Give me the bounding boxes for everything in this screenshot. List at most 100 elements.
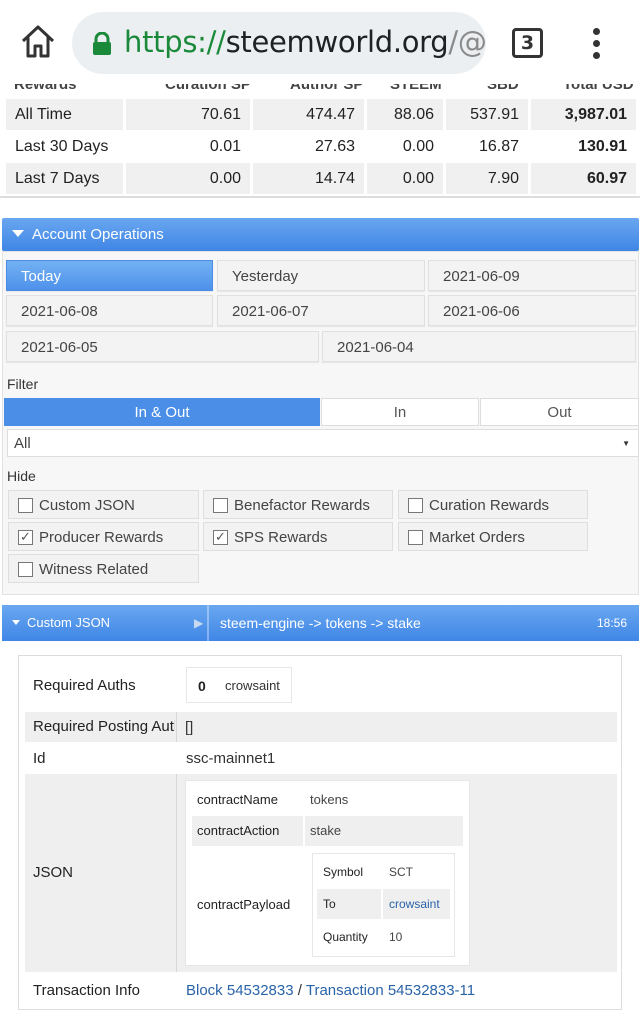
author-sp-cell: 27.63 <box>253 131 364 162</box>
checkbox-label: Witness Related <box>39 561 149 578</box>
contract-payload-label: contractPayload <box>197 897 291 912</box>
table-row: Last 30 Days 0.01 27.63 0.00 16.87 130.9… <box>6 131 636 162</box>
date-button-2021-06-09[interactable]: 2021-06-09 <box>428 260 636 291</box>
date-button-2021-06-04[interactable]: 2021-06-04 <box>322 331 636 362</box>
header-curation-sp: Curation SP <box>165 84 251 93</box>
operation-details-card: Required Auths 0 crowsaint Required Post… <box>18 655 622 1010</box>
block-link[interactable]: Block 54532833 <box>186 982 294 999</box>
symbol-label: Symbol <box>323 865 364 879</box>
hide-producer-rewards-checkbox[interactable]: ✓ Producer Rewards <box>8 522 199 551</box>
lock-icon <box>92 31 112 56</box>
row-label: All Time <box>6 99 123 130</box>
required-auths-index: 0 <box>198 678 206 694</box>
curation-sp-cell: 70.61 <box>126 99 250 130</box>
account-operations-header[interactable]: Account Operations <box>2 218 639 251</box>
quantity-value: 10 <box>389 930 403 944</box>
operation-time: 18:56 <box>596 616 627 630</box>
divider <box>176 774 177 972</box>
filter-tab-out[interactable]: Out <box>480 398 639 426</box>
divider <box>381 889 383 919</box>
checkbox-icon <box>18 498 33 513</box>
tab-switcher-button[interactable]: 3 <box>512 28 543 58</box>
hide-custom-json-checkbox[interactable]: Custom JSON <box>8 490 199 519</box>
browser-toolbar: https://steemworld.org/@crows 3 <box>0 0 640 84</box>
filter-select-wrap: All ▼ <box>3 429 639 457</box>
play-icon: ▶ <box>194 616 204 630</box>
steem-cell: 0.00 <box>367 163 443 194</box>
transaction-info-label: Transaction Info <box>33 982 140 999</box>
hide-market-orders-checkbox[interactable]: Market Orders <box>398 522 588 551</box>
header-steem: STEEM <box>390 84 442 93</box>
checkbox-label: Benefactor Rewards <box>234 497 370 514</box>
sbd-cell: 537.91 <box>446 99 528 130</box>
total-usd-cell: 130.91 <box>531 131 636 162</box>
to-row: To crowsaint <box>317 889 450 919</box>
table-row: Last 7 Days 0.00 14.74 0.00 7.90 60.97 <box>6 163 636 194</box>
header-rewards: Rewards <box>14 84 77 93</box>
checkbox-label: Market Orders <box>429 529 525 546</box>
steem-cell: 0.00 <box>367 131 443 162</box>
separator: / <box>297 982 302 999</box>
hide-witness-related-checkbox[interactable]: Witness Related <box>8 554 199 583</box>
date-button-yesterday[interactable]: Yesterday <box>217 260 425 291</box>
required-posting-value: [] <box>185 719 194 736</box>
date-button-2021-06-05[interactable]: 2021-06-05 <box>6 331 319 362</box>
transaction-info-row: Transaction Info Block 54532833 / Transa… <box>25 974 617 1006</box>
contract-name-label: contractName <box>197 792 278 807</box>
to-account-link[interactable]: crowsaint <box>389 897 440 911</box>
total-usd-cell: 3,987.01 <box>531 99 636 130</box>
filter-tab-in[interactable]: In <box>321 398 479 426</box>
operation-summary: steem-engine -> tokens -> stake <box>220 615 421 631</box>
check-icon: ✓ <box>213 530 228 545</box>
symbol-row: Symbol SCT <box>317 857 450 887</box>
operation-header[interactable]: Custom JSON ▶ steem-engine -> tokens -> … <box>2 605 639 641</box>
sbd-cell: 16.87 <box>446 131 528 162</box>
id-row: Id ssc-mainnet1 <box>25 742 617 774</box>
contract-name-value: tokens <box>310 792 349 807</box>
contract-action-value: stake <box>310 823 342 838</box>
check-icon: ✓ <box>18 530 33 545</box>
checkbox-label: SPS Rewards <box>234 529 328 546</box>
json-row: JSON contractName tokens contractAction … <box>25 774 617 972</box>
filter-select[interactable]: All ▼ <box>7 429 639 457</box>
url-path: /@crows <box>448 25 486 59</box>
checkbox-icon <box>213 498 228 513</box>
contract-action-row: contractAction stake <box>192 816 463 846</box>
checkbox-icon <box>408 498 423 513</box>
symbol-value: SCT <box>389 865 413 879</box>
filter-label: Filter <box>7 376 39 392</box>
author-sp-cell: 14.74 <box>253 163 364 194</box>
home-icon[interactable] <box>18 22 58 62</box>
required-posting-label-cell: Required Posting Auth <box>25 712 175 742</box>
filter-tab-in-out[interactable]: In & Out <box>4 398 320 426</box>
id-value: ssc-mainnet1 <box>186 750 276 767</box>
row-label: Last 7 Days <box>6 163 123 194</box>
quantity-label: Quantity <box>323 930 368 944</box>
more-menu-icon[interactable] <box>590 28 602 60</box>
date-button-2021-06-07[interactable]: 2021-06-07 <box>217 295 425 326</box>
hide-sps-rewards-checkbox[interactable]: ✓ SPS Rewards <box>203 522 393 551</box>
checkbox-icon <box>18 562 33 577</box>
hide-benefactor-rewards-checkbox[interactable]: Benefactor Rewards <box>203 490 393 519</box>
hide-label: Hide <box>7 468 36 484</box>
rewards-header-row: Rewards Curation SP Author SP STEEM SBD … <box>0 84 640 93</box>
header-total-usd: Total USD <box>563 84 634 93</box>
required-auths-label: Required Auths <box>33 677 136 694</box>
transaction-link[interactable]: Transaction 54532833-11 <box>306 982 475 999</box>
dropdown-arrow-icon: ▼ <box>622 439 630 448</box>
hide-curation-rewards-checkbox[interactable]: Curation Rewards <box>398 490 588 519</box>
date-button-today[interactable]: Today <box>6 260 213 291</box>
date-button-2021-06-08[interactable]: 2021-06-08 <box>6 295 213 326</box>
id-label: Id <box>33 750 46 767</box>
required-auths-value: crowsaint <box>225 678 280 693</box>
author-sp-cell: 474.47 <box>253 99 364 130</box>
checkbox-label: Producer Rewards <box>39 529 164 546</box>
chevron-down-icon <box>12 230 24 237</box>
checkbox-icon <box>408 530 423 545</box>
steem-cell: 88.06 <box>367 99 443 130</box>
sbd-cell: 7.90 <box>446 163 528 194</box>
required-posting-row: Required Posting Auth [] <box>25 712 617 742</box>
payload-box: Symbol SCT To crowsaint Quantity 10 <box>312 853 455 957</box>
address-bar[interactable]: https://steemworld.org/@crows <box>72 12 486 74</box>
date-button-2021-06-06[interactable]: 2021-06-06 <box>428 295 636 326</box>
